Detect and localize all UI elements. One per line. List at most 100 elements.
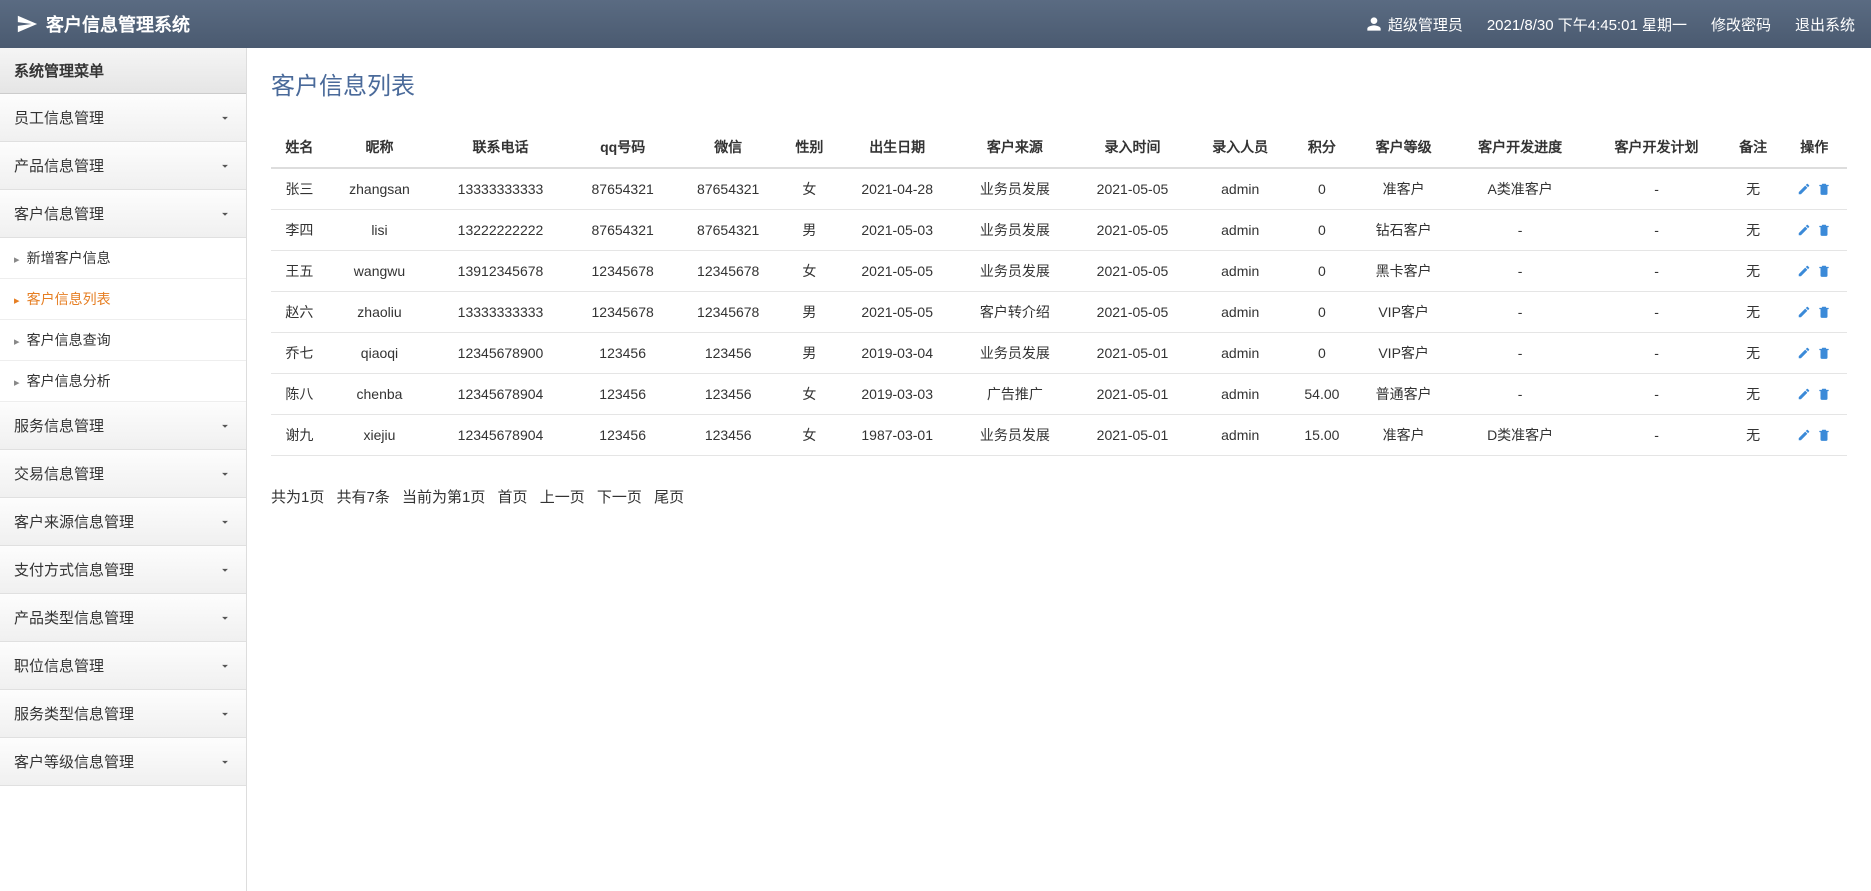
edit-icon[interactable]	[1797, 428, 1811, 442]
table-cell: 13333333333	[431, 168, 570, 210]
table-row: 乔七qiaoqi12345678900123456123456男2019-03-…	[271, 333, 1847, 374]
table-row: 陈八chenba12345678904123456123456女2019-03-…	[271, 374, 1847, 415]
table-cell: 2021-05-05	[1073, 168, 1192, 210]
table-cell: 12345678	[675, 251, 781, 292]
table-cell: admin	[1192, 333, 1289, 374]
table-cell: -	[1452, 374, 1588, 415]
table-cell: chenba	[328, 374, 431, 415]
submenu-item[interactable]: 客户信息列表	[0, 279, 246, 320]
pagination-prev[interactable]: 上一页	[540, 489, 585, 506]
table-cell: 无	[1725, 333, 1782, 374]
column-header: 操作	[1782, 127, 1847, 168]
delete-icon[interactable]	[1817, 223, 1831, 237]
action-cell	[1782, 292, 1847, 333]
table-cell: admin	[1192, 374, 1289, 415]
table-cell: 12345678900	[431, 333, 570, 374]
action-cell	[1782, 415, 1847, 456]
table-cell: 12345678	[570, 292, 676, 333]
edit-icon[interactable]	[1797, 305, 1811, 319]
app-title: 客户信息管理系统	[16, 11, 190, 37]
action-cell	[1782, 210, 1847, 251]
table-cell: VIP客户	[1355, 292, 1452, 333]
table-cell: 2019-03-04	[838, 333, 957, 374]
table-cell: 广告推广	[957, 374, 1074, 415]
menu-item[interactable]: 职位信息管理	[0, 642, 246, 690]
edit-icon[interactable]	[1797, 264, 1811, 278]
menu-item[interactable]: 员工信息管理	[0, 94, 246, 142]
pagination-last[interactable]: 尾页	[654, 489, 684, 506]
table-cell: 无	[1725, 292, 1782, 333]
table-cell: 2021-05-01	[1073, 415, 1192, 456]
table-cell: 赵六	[271, 292, 328, 333]
table-cell: 2019-03-03	[838, 374, 957, 415]
table-cell: -	[1588, 374, 1724, 415]
submenu-item[interactable]: 客户信息分析	[0, 361, 246, 402]
edit-icon[interactable]	[1797, 223, 1811, 237]
table-cell: A类准客户	[1452, 168, 1588, 210]
table-cell: 陈八	[271, 374, 328, 415]
menu-item[interactable]: 服务信息管理	[0, 402, 246, 450]
chevron-down-icon	[218, 611, 232, 625]
delete-icon[interactable]	[1817, 387, 1831, 401]
column-header: 客户开发进度	[1452, 127, 1588, 168]
delete-icon[interactable]	[1817, 428, 1831, 442]
delete-icon[interactable]	[1817, 264, 1831, 278]
edit-icon[interactable]	[1797, 346, 1811, 360]
table-cell: 业务员发展	[957, 210, 1074, 251]
table-cell: 87654321	[675, 168, 781, 210]
customer-table: 姓名昵称联系电话qq号码微信性别出生日期客户来源录入时间录入人员积分客户等级客户…	[271, 127, 1847, 456]
action-cell	[1782, 168, 1847, 210]
menu-item[interactable]: 服务类型信息管理	[0, 690, 246, 738]
pagination-first[interactable]: 首页	[498, 489, 528, 506]
table-cell: wangwu	[328, 251, 431, 292]
table-cell: admin	[1192, 210, 1289, 251]
table-cell: 0	[1289, 168, 1356, 210]
table-row: 赵六zhaoliu133333333331234567812345678男202…	[271, 292, 1847, 333]
edit-icon[interactable]	[1797, 182, 1811, 196]
change-password-link[interactable]: 修改密码	[1711, 14, 1771, 35]
menu-item[interactable]: 客户等级信息管理	[0, 738, 246, 786]
delete-icon[interactable]	[1817, 182, 1831, 196]
table-cell: 12345678904	[431, 415, 570, 456]
current-user[interactable]: 超级管理员	[1366, 14, 1463, 35]
table-cell: 12345678	[675, 292, 781, 333]
chevron-down-icon	[218, 111, 232, 125]
edit-icon[interactable]	[1797, 387, 1811, 401]
column-header: 性别	[781, 127, 838, 168]
submenu-item[interactable]: 客户信息查询	[0, 320, 246, 361]
menu-item[interactable]: 交易信息管理	[0, 450, 246, 498]
table-cell: 女	[781, 415, 838, 456]
submenu-item[interactable]: 新增客户信息	[0, 238, 246, 279]
table-cell: zhangsan	[328, 168, 431, 210]
table-cell: 2021-05-05	[1073, 292, 1192, 333]
table-cell: 1987-03-01	[838, 415, 957, 456]
menu-item[interactable]: 客户信息管理	[0, 190, 246, 238]
logout-link[interactable]: 退出系统	[1795, 14, 1855, 35]
table-cell: admin	[1192, 168, 1289, 210]
pagination-next[interactable]: 下一页	[597, 489, 642, 506]
menu-item[interactable]: 产品信息管理	[0, 142, 246, 190]
table-cell: 13333333333	[431, 292, 570, 333]
table-cell: 男	[781, 292, 838, 333]
table-cell: 张三	[271, 168, 328, 210]
action-cell	[1782, 374, 1847, 415]
chevron-down-icon	[218, 755, 232, 769]
table-cell: 女	[781, 374, 838, 415]
table-cell: lisi	[328, 210, 431, 251]
delete-icon[interactable]	[1817, 305, 1831, 319]
menu-item[interactable]: 支付方式信息管理	[0, 546, 246, 594]
menu-item[interactable]: 产品类型信息管理	[0, 594, 246, 642]
table-cell: 123456	[570, 374, 676, 415]
column-header: 客户来源	[957, 127, 1074, 168]
chevron-down-icon	[218, 419, 232, 433]
table-cell: 谢九	[271, 415, 328, 456]
delete-icon[interactable]	[1817, 346, 1831, 360]
table-cell: 女	[781, 251, 838, 292]
menu-item-label: 产品信息管理	[14, 155, 104, 176]
table-cell: -	[1588, 168, 1724, 210]
table-cell: 13222222222	[431, 210, 570, 251]
menu-item[interactable]: 客户来源信息管理	[0, 498, 246, 546]
page-title: 客户信息列表	[271, 66, 1847, 101]
table-cell: 0	[1289, 251, 1356, 292]
table-row: 李四lisi132222222228765432187654321男2021-0…	[271, 210, 1847, 251]
